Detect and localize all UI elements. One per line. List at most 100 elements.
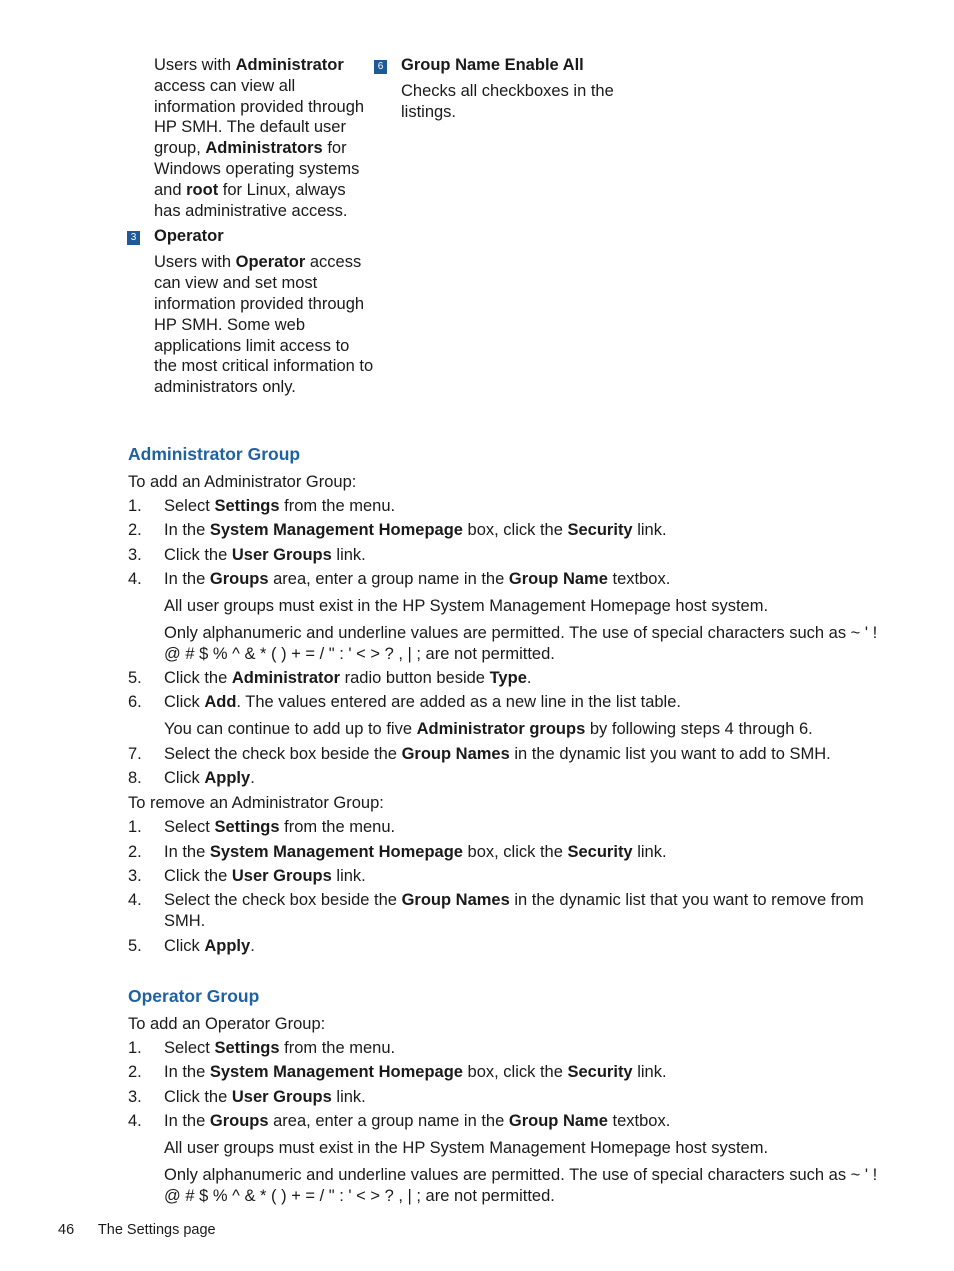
section-heading: Operator Group <box>128 986 260 1006</box>
bold-term: Administrators <box>205 139 323 158</box>
step-number: 4. <box>128 1111 142 1130</box>
callout-operator-description: Users with Operator access can view and … <box>154 253 374 397</box>
callout-enable-all-description: Checks all checkboxes in the listings. <box>401 82 614 121</box>
callout-title-text: Operator <box>154 227 224 246</box>
list-item: 8. Click Apply. <box>128 768 878 789</box>
bold-term: Operator <box>235 253 306 272</box>
step-number: 1. <box>128 497 142 515</box>
list-item: 7. Select the check box beside the Group … <box>128 744 878 765</box>
list-item: 4. In the Groups area, enter a group name… <box>128 569 878 665</box>
list-item: 1. Select Settings from the menu. <box>128 1038 878 1059</box>
list-item: 5. Click Apply. <box>128 936 878 957</box>
bold-term: Groups <box>209 569 269 588</box>
step-number: 3. <box>128 545 142 564</box>
step-text: In the Groups area, enter a group name i… <box>164 1111 671 1130</box>
step-note: All user groups must exist in the HP Sys… <box>164 596 769 615</box>
bold-term: Settings <box>214 497 280 515</box>
bold-term: Group Name <box>508 569 608 588</box>
list-item: 3. Click the User Groups link. <box>128 866 878 887</box>
step-number: 5. <box>128 936 142 955</box>
step-number: 8. <box>128 769 142 788</box>
list-item: 2. In the System Management Homepage box,… <box>128 520 878 541</box>
callout-title-text: Group Name Enable All <box>401 56 584 74</box>
bold-term: User Groups <box>231 866 332 885</box>
step-number: 5. <box>128 669 142 688</box>
step-text: Click the Administrator radio button bes… <box>164 669 532 688</box>
step-number: 2. <box>128 521 142 540</box>
add-steps-list: 1. Select Settings from the menu. 2. In the… <box>128 1038 878 1207</box>
administrator-group-section: Administrator Group To add an Administra… <box>128 443 878 960</box>
bold-term: Apply <box>204 936 251 955</box>
page-footer: 46 The Settings page <box>58 1222 236 1238</box>
footer-section-title: The Settings page <box>97 1222 216 1238</box>
page-number: 46 <box>58 1222 75 1238</box>
list-item: 4. Select the check box beside the Group … <box>128 890 878 932</box>
bold-term: Security <box>567 1063 633 1082</box>
step-text: Click the User Groups link. <box>164 1087 366 1106</box>
section-heading: Administrator Group <box>128 444 301 464</box>
step-text: Select Settings from the menu. <box>164 1039 396 1057</box>
step-text: Select Settings from the menu. <box>164 497 396 515</box>
step-number: 4. <box>128 569 142 588</box>
list-item: 4. In the Groups area, enter a group name… <box>128 1111 878 1207</box>
bold-term: System Management Homepage <box>209 1063 463 1082</box>
step-number: 1. <box>128 818 142 837</box>
step-number: 4. <box>128 891 142 910</box>
callout-enable-all-title: 6 Group Name Enable All <box>374 55 631 76</box>
bold-term: Group Names <box>401 891 510 910</box>
bold-term: Security <box>567 842 633 861</box>
step-note: All user groups must exist in the HP Sys… <box>164 1138 769 1157</box>
callout-column-left: Users with Administrator access can view… <box>127 55 376 398</box>
add-intro: To add an Administrator Group: <box>128 473 357 491</box>
step-note: Only alphanumeric and underline values a… <box>164 623 878 663</box>
step-note: You can continue to add up to five Admin… <box>164 720 813 739</box>
callout-column-right: 6 Group Name Enable All Checks all check… <box>374 55 631 123</box>
step-note: Only alphanumeric and underline values a… <box>164 1165 878 1205</box>
step-text: Select the check box beside the Group Na… <box>164 891 864 931</box>
step-text: Click Add. The values entered are added … <box>164 693 681 712</box>
step-number: 7. <box>128 744 142 763</box>
step-number: 1. <box>128 1039 142 1057</box>
bold-term: Security <box>567 521 633 540</box>
list-item: 3. Click the User Groups link. <box>128 545 878 566</box>
step-text: In the System Management Homepage box, c… <box>164 1063 667 1082</box>
bold-term: Settings <box>214 818 280 837</box>
list-item: 3. Click the User Groups link. <box>128 1087 878 1108</box>
remove-steps-list: 1. Select Settings from the menu. 2. In the… <box>128 817 878 956</box>
add-intro: To add an Operator Group: <box>128 1015 326 1033</box>
step-text: In the System Management Homepage box, c… <box>164 521 667 540</box>
step-number: 6. <box>128 693 142 712</box>
bold-term: Settings <box>214 1039 280 1057</box>
bold-term: Group Names <box>401 744 510 763</box>
bold-term: Type <box>489 669 527 688</box>
step-text: In the Groups area, enter a group name i… <box>164 569 671 588</box>
step-text: Click Apply. <box>164 769 255 788</box>
list-item: 5. Click the Administrator radio button b… <box>128 668 878 689</box>
callout-number-badge: 6 <box>374 60 387 74</box>
remove-intro: To remove an Administrator Group: <box>128 794 384 813</box>
step-text: Select Settings from the menu. <box>164 818 396 837</box>
step-text: Click the User Groups link. <box>164 545 366 564</box>
bold-term: Apply <box>204 769 251 788</box>
callout-operator-title: 3 Operator <box>127 226 376 247</box>
step-number: 3. <box>128 866 142 885</box>
list-item: 1. Select Settings from the menu. <box>128 817 878 838</box>
operator-group-section: Operator Group To add an Operator Group:… <box>128 985 878 1210</box>
step-text: Click Apply. <box>164 936 255 955</box>
callout-administrator-description: Users with Administrator access can view… <box>154 56 365 220</box>
bold-term: Add <box>204 693 237 712</box>
list-item: 6. Click Add. The values entered are adde… <box>128 692 878 740</box>
bold-term: Group Name <box>508 1111 608 1130</box>
bold-term: Administrator groups <box>416 720 586 739</box>
step-text: Select the check box beside the Group Na… <box>164 744 831 763</box>
step-text: In the System Management Homepage box, c… <box>164 842 667 861</box>
bold-term: System Management Homepage <box>209 842 463 861</box>
bold-term: root <box>186 180 219 199</box>
bold-term: User Groups <box>231 545 332 564</box>
list-item: 1. Select Settings from the menu. <box>128 496 878 517</box>
step-number: 2. <box>128 842 142 861</box>
step-text: Click the User Groups link. <box>164 866 366 885</box>
bold-term: System Management Homepage <box>209 521 463 540</box>
callout-number-badge: 3 <box>127 231 140 246</box>
list-item: 2. In the System Management Homepage box,… <box>128 842 878 863</box>
